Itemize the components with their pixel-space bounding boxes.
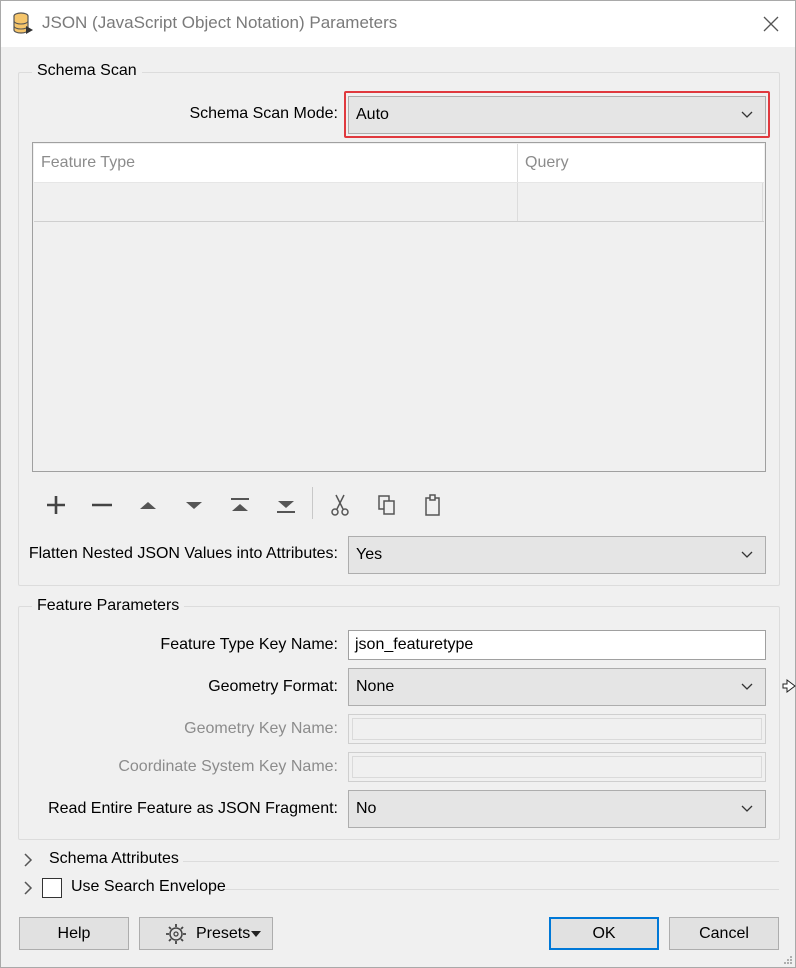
move-to-top-button[interactable] (223, 489, 257, 521)
section-divider (225, 889, 779, 890)
row-end-border (762, 183, 763, 221)
schema-attributes-section[interactable]: Schema Attributes (19, 848, 781, 872)
move-to-bottom-button[interactable] (269, 489, 303, 521)
help-button[interactable]: Help (19, 917, 129, 950)
schema-scan-mode-value: Auto (356, 106, 389, 123)
use-search-envelope-section[interactable]: Use Search Envelope (19, 876, 781, 900)
field-inner-border (352, 718, 762, 740)
table-header: Feature Type Query (34, 144, 764, 182)
read-entire-feature-select[interactable]: No (348, 790, 766, 828)
column-header-feature-type[interactable]: Feature Type (34, 144, 517, 182)
flatten-nested-select[interactable]: Yes (348, 536, 766, 574)
dialog-window: JSON (JavaScript Object Notation) Parame… (0, 0, 796, 968)
move-down-icon (186, 502, 202, 509)
move-up-icon (140, 502, 156, 509)
geometry-format-label: Geometry Format: (208, 678, 338, 695)
window-title: JSON (JavaScript Object Notation) Parame… (42, 13, 398, 32)
move-up-button[interactable] (131, 489, 165, 521)
geometry-format-select[interactable]: None (348, 668, 766, 706)
feature-type-key-name-value: json_featuretype (355, 636, 474, 653)
add-icon (47, 496, 65, 514)
schema-scan-mode-label: Schema Scan Mode: (189, 105, 338, 122)
coordinate-system-key-name-label: Coordinate System Key Name: (118, 758, 338, 775)
read-entire-feature-value: No (356, 800, 377, 817)
add-row-button[interactable] (39, 489, 73, 521)
move-to-bottom-icon (277, 501, 295, 513)
flatten-nested-label: Flatten Nested JSON Values into Attribut… (28, 545, 338, 562)
geometry-key-name-field[interactable] (348, 714, 766, 744)
database-icon (12, 12, 34, 36)
remove-row-button[interactable] (85, 489, 119, 521)
gear-icon (166, 924, 186, 944)
close-button[interactable] (755, 10, 787, 38)
ok-button[interactable]: OK (549, 917, 659, 950)
table-row[interactable] (34, 182, 764, 222)
chevron-down-icon (741, 551, 753, 558)
section-divider (183, 861, 779, 862)
feature-type-table: Feature Type Query (32, 142, 766, 472)
copy-button[interactable] (370, 489, 404, 521)
use-search-envelope-label: Use Search Envelope (71, 878, 226, 895)
chevron-down-icon (741, 683, 753, 690)
copy-icon (378, 495, 395, 515)
cut-icon (331, 494, 349, 516)
feature-type-key-name-label: Feature Type Key Name: (160, 636, 338, 653)
coordinate-system-key-name-field[interactable] (348, 752, 766, 782)
presets-button[interactable]: Presets (139, 917, 273, 950)
move-down-button[interactable] (177, 489, 211, 521)
geometry-format-value: None (356, 678, 395, 695)
feature-type-key-name-field[interactable]: json_featuretype (348, 630, 766, 660)
caret-down-icon (251, 931, 261, 937)
query-cell[interactable] (518, 183, 762, 221)
title-bar: JSON (JavaScript Object Notation) Parame… (1, 1, 795, 47)
cut-button[interactable] (323, 489, 357, 521)
mouse-cursor-icon (782, 679, 796, 693)
field-inner-border (352, 756, 762, 778)
resize-grip-icon[interactable] (783, 955, 793, 965)
paste-button[interactable] (416, 489, 450, 521)
schema-scan-mode-select[interactable]: Auto (348, 96, 766, 134)
feature-type-cell[interactable] (34, 183, 517, 221)
feature-parameters-group-title: Feature Parameters (32, 597, 185, 615)
column-header-query[interactable]: Query (518, 144, 764, 182)
flatten-nested-value: Yes (356, 546, 383, 563)
chevron-down-icon (741, 111, 753, 118)
schema-attributes-label: Schema Attributes (49, 850, 179, 867)
schema-scan-group-title: Schema Scan (32, 62, 142, 80)
toolbar-divider (312, 487, 313, 519)
read-entire-feature-label: Read Entire Feature as JSON Fragment: (48, 800, 338, 817)
use-search-envelope-checkbox[interactable] (42, 878, 62, 898)
geometry-key-name-label: Geometry Key Name: (184, 720, 338, 737)
paste-icon (425, 494, 440, 516)
chevron-right-icon[interactable] (23, 881, 33, 895)
presets-label: Presets (196, 925, 251, 942)
chevron-down-icon (741, 805, 753, 812)
move-to-top-icon (231, 498, 249, 511)
remove-icon (92, 503, 112, 507)
chevron-right-icon[interactable] (23, 853, 33, 867)
cancel-button[interactable]: Cancel (669, 917, 779, 950)
close-icon (763, 16, 779, 32)
